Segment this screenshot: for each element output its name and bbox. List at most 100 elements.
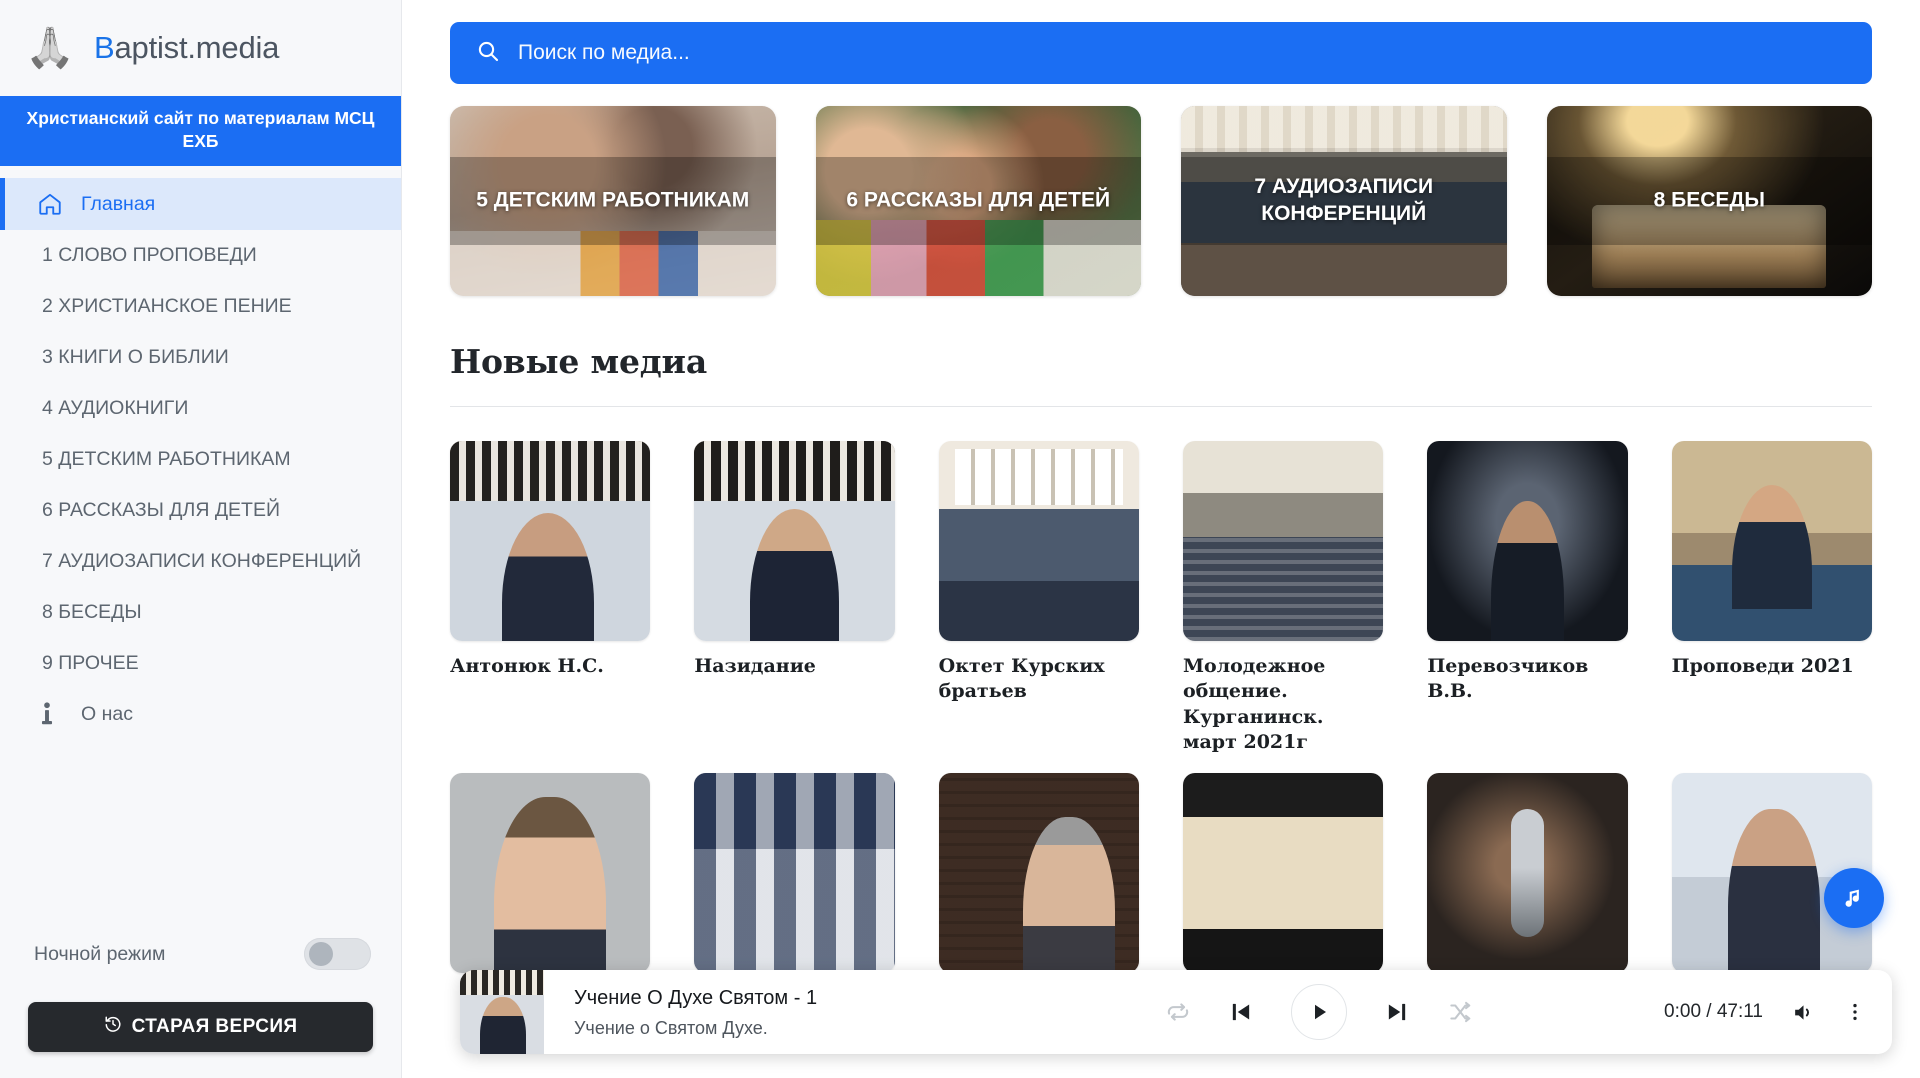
- sidebar-item-audioknigi[interactable]: 4 АУДИОКНИГИ: [0, 383, 401, 434]
- category-card-detskim-rabotnikam[interactable]: 5 ДЕТСКИМ РАБОТНИКАМ: [450, 106, 776, 296]
- old-version-label: СТАРАЯ ВЕРСИЯ: [131, 1016, 298, 1037]
- category-label: 5 ДЕТСКИМ РАБОТНИКАМ: [476, 188, 750, 212]
- category-card-besedy[interactable]: 8 БЕСЕДЫ: [1546, 106, 1872, 296]
- media-thumbnail: [1671, 441, 1872, 642]
- sidebar-item-label: О нас: [81, 702, 133, 725]
- media-title: Антонюк Н.С.: [450, 655, 604, 678]
- praying-hands-icon: 🙏: [25, 26, 75, 70]
- media-thumbnail: [694, 441, 895, 642]
- music-note-icon[interactable]: [1824, 868, 1884, 928]
- sidebar-item-besedy[interactable]: 8 БЕСЕДЫ: [0, 587, 401, 638]
- sidebar-item-label: 7 АУДИОЗАПИСИ КОНФЕРЕНЦИЙ: [42, 549, 362, 572]
- brand-title-prefix: B: [94, 30, 115, 65]
- app-root: 🙏 Baptist.media Христианский сайт по мат…: [0, 0, 1920, 1078]
- skip-next-icon[interactable]: [1383, 998, 1411, 1026]
- sidebar-item-home[interactable]: Главная: [0, 178, 401, 231]
- media-card[interactable]: [694, 772, 895, 973]
- player-time: 0:00 / 47:11: [1664, 1001, 1763, 1022]
- sidebar-nav: Главная 1 СЛОВО ПРОПОВЕДИ 2 ХРИСТИАНСКОЕ…: [0, 166, 401, 928]
- skip-previous-icon[interactable]: [1227, 998, 1255, 1026]
- sidebar-item-detskim-rabotnikam[interactable]: 5 ДЕТСКИМ РАБОТНИКАМ: [0, 434, 401, 485]
- brand-header[interactable]: 🙏 Baptist.media: [0, 0, 401, 96]
- more-vertical-icon[interactable]: [1844, 1001, 1866, 1023]
- sidebar-footer: Ночной режим СТАРАЯ ВЕРСИЯ: [0, 928, 401, 1078]
- brand-title-rest: aptist.media: [114, 30, 280, 65]
- media-card[interactable]: Антонюк Н.С.: [450, 441, 651, 755]
- history-clock-icon: [104, 1015, 122, 1039]
- sidebar-item-hristianskoe-penie[interactable]: 2 ХРИСТИАНСКОЕ ПЕНИЕ: [0, 281, 401, 332]
- media-card[interactable]: Назидание: [694, 441, 895, 755]
- category-card-rasskazy-dlya-detey[interactable]: 6 РАССКАЗЫ ДЛЯ ДЕТЕЙ: [815, 106, 1141, 296]
- section-title-new-media: Новые медиа: [450, 342, 707, 381]
- sidebar-item-label: 8 БЕСЕДЫ: [42, 600, 142, 623]
- search-icon: [476, 39, 500, 68]
- sidebar-item-label: 5 ДЕТСКИМ РАБОТНИКАМ: [42, 448, 291, 470]
- player-track-subtitle: Учение о Святом Духе.: [574, 1018, 768, 1038]
- category-cards: 5 ДЕТСКИМ РАБОТНИКАМ 6 РАССКАЗЫ ДЛЯ ДЕТЕ…: [450, 106, 1872, 296]
- info-icon: [37, 702, 67, 726]
- player-thumbnail: [460, 970, 544, 1054]
- volume-icon[interactable]: [1791, 1000, 1816, 1025]
- media-thumbnail: [938, 441, 1139, 642]
- media-card[interactable]: Октет Курских братьев: [938, 441, 1139, 755]
- sidebar-item-rasskazy-dlya-detey[interactable]: 6 РАССКАЗЫ ДЛЯ ДЕТЕЙ: [0, 485, 401, 536]
- media-title: Молодежное общение. Курганинск. март 202…: [1182, 655, 1326, 753]
- player-controls: [974, 984, 1664, 1040]
- play-icon[interactable]: [1291, 984, 1348, 1040]
- category-label: 8 БЕСЕДЫ: [1653, 188, 1765, 212]
- media-thumbnail: [1182, 441, 1384, 642]
- media-thumbnail: [450, 772, 651, 973]
- sidebar-item-about[interactable]: О нас: [0, 689, 401, 740]
- section-divider: [450, 406, 1872, 407]
- sidebar-item-label: 4 АУДИОКНИГИ: [42, 397, 189, 420]
- home-icon: [37, 191, 67, 217]
- media-grid: Антонюк Н.С. Назидание Октет Курских бра…: [450, 441, 1872, 973]
- media-thumbnail: [1427, 772, 1628, 973]
- night-mode-toggle[interactable]: [304, 938, 371, 970]
- category-card-audiozapisi-konferenciy[interactable]: 7 АУДИОЗАПИСИ КОНФЕРЕНЦИЙ: [1181, 106, 1507, 296]
- media-thumbnail: [1182, 772, 1384, 973]
- night-mode-label: Ночной режим: [34, 942, 166, 965]
- media-title: Перевозчиков В.В.: [1427, 655, 1589, 703]
- audio-player: Учение О Духе Святом - 1 Учение о Святом…: [460, 970, 1892, 1054]
- site-subtitle: Христианский сайт по материалам МСЦ ЕХБ: [0, 96, 401, 167]
- sidebar-item-label: 2 ХРИСТИАНСКОЕ ПЕНИЕ: [42, 295, 292, 318]
- player-right-group: 0:00 / 47:11: [1664, 1000, 1866, 1025]
- category-label: 6 РАССКАЗЫ ДЛЯ ДЕТЕЙ: [846, 188, 1111, 212]
- sidebar: 🙏 Baptist.media Христианский сайт по мат…: [0, 0, 402, 1078]
- player-meta: Учение О Духе Святом - 1 Учение о Святом…: [544, 985, 974, 1039]
- media-title: Проповеди 2021: [1671, 655, 1854, 678]
- media-card[interactable]: [1182, 772, 1384, 973]
- category-label: 7 АУДИОЗАПИСИ КОНФЕРЕНЦИЙ: [1254, 175, 1434, 225]
- media-card[interactable]: [1427, 772, 1628, 973]
- media-thumbnail: [694, 772, 895, 973]
- repeat-icon[interactable]: [1165, 999, 1191, 1025]
- sidebar-item-audiozapisi-konferenciy[interactable]: 7 АУДИОЗАПИСИ КОНФЕРЕНЦИЙ: [0, 536, 401, 587]
- night-mode-row: Ночной режим: [28, 928, 373, 980]
- player-track-title: Учение О Духе Святом - 1: [574, 987, 818, 1009]
- media-card[interactable]: Молодежное общение. Курганинск. март 202…: [1182, 441, 1384, 755]
- search-placeholder: Поиск по медиа...: [518, 41, 690, 64]
- media-title: Назидание: [694, 655, 816, 678]
- main-content: Поиск по медиа... 5 ДЕТСКИМ РАБОТНИКАМ 6…: [402, 0, 1920, 1078]
- media-card[interactable]: [450, 772, 651, 973]
- sidebar-item-label: 1 СЛОВО ПРОПОВЕДИ: [42, 244, 257, 267]
- sidebar-item-slovo-propovedi[interactable]: 1 СЛОВО ПРОПОВЕДИ: [0, 230, 401, 281]
- sidebar-item-label: 9 ПРОЧЕЕ: [42, 651, 139, 674]
- sidebar-item-label: 3 КНИГИ О БИБЛИИ: [42, 346, 229, 369]
- media-thumbnail: [450, 441, 651, 642]
- media-card[interactable]: Перевозчиков В.В.: [1427, 441, 1628, 755]
- media-thumbnail: [1427, 441, 1628, 642]
- toggle-knob: [309, 942, 333, 966]
- media-thumbnail: [938, 772, 1139, 973]
- media-title: Октет Курских братьев: [938, 655, 1105, 703]
- shuffle-icon[interactable]: [1447, 999, 1473, 1025]
- sidebar-item-label: 6 РАССКАЗЫ ДЛЯ ДЕТЕЙ: [42, 498, 280, 521]
- media-card[interactable]: Проповеди 2021: [1671, 441, 1872, 755]
- search-input[interactable]: Поиск по медиа...: [450, 22, 1872, 84]
- brand-title: Baptist.media: [94, 30, 279, 66]
- old-version-button[interactable]: СТАРАЯ ВЕРСИЯ: [28, 1002, 373, 1052]
- sidebar-item-knigi-o-biblii[interactable]: 3 КНИГИ О БИБЛИИ: [0, 332, 401, 383]
- sidebar-item-prochee[interactable]: 9 ПРОЧЕЕ: [0, 638, 401, 689]
- media-card[interactable]: [938, 772, 1139, 973]
